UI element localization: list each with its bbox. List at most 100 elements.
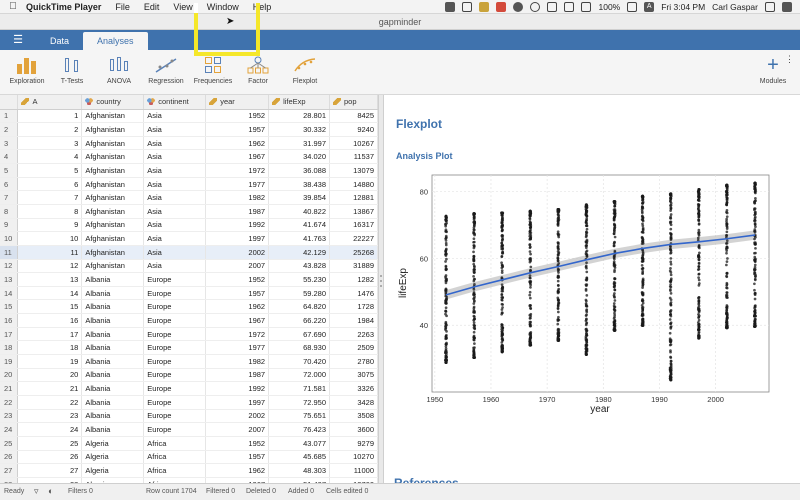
ribbon-anova-button[interactable]: ANOVA bbox=[94, 56, 144, 85]
row-number[interactable]: 22 bbox=[0, 395, 19, 410]
table-cell[interactable]: Asia bbox=[143, 218, 207, 233]
table-cell[interactable]: Albania bbox=[81, 395, 145, 410]
row-number[interactable]: 9 bbox=[0, 218, 19, 233]
table-cell[interactable]: 11000 bbox=[329, 463, 378, 478]
table-cell[interactable]: 1972 bbox=[205, 327, 270, 342]
table-cell[interactable]: 38.438 bbox=[268, 177, 331, 192]
table-cell[interactable]: 27 bbox=[17, 463, 83, 478]
table-cell[interactable]: Algeria bbox=[81, 436, 145, 451]
table-cell[interactable]: 20 bbox=[17, 368, 83, 383]
table-cell[interactable]: Afghanistan bbox=[81, 136, 145, 151]
table-cell[interactable]: 31.997 bbox=[268, 136, 331, 151]
table-cell[interactable]: 40.822 bbox=[268, 204, 331, 219]
tray-record-icon[interactable] bbox=[513, 2, 524, 12]
tray-sync-icon[interactable] bbox=[496, 2, 507, 12]
row-number[interactable]: 12 bbox=[0, 259, 19, 274]
table-cell[interactable]: 55.230 bbox=[268, 272, 331, 287]
table-cell[interactable]: 64.820 bbox=[268, 299, 331, 315]
table-cell[interactable]: Africa bbox=[143, 463, 207, 478]
hamburger-menu-icon[interactable]: ☰ bbox=[0, 30, 36, 50]
menu-view[interactable]: View bbox=[173, 2, 192, 12]
table-cell[interactable]: Asia bbox=[143, 259, 207, 274]
table-row[interactable]: 21 21 Albania Europe 1992 71.581 3326 bbox=[0, 381, 378, 396]
table-cell[interactable]: 43.077 bbox=[268, 436, 331, 451]
table-row[interactable]: 24 24 Albania Europe 2007 76.423 3600 bbox=[0, 422, 378, 437]
table-row[interactable]: 8 8 Afghanistan Asia 1987 40.822 13867 bbox=[0, 204, 378, 219]
table-cell[interactable]: 13 bbox=[17, 272, 83, 287]
table-cell[interactable]: Afghanistan bbox=[81, 190, 145, 205]
table-cell[interactable]: 45.685 bbox=[268, 450, 331, 465]
table-cell[interactable]: 1728 bbox=[329, 299, 378, 315]
table-cell[interactable]: 9240 bbox=[329, 122, 378, 137]
table-row[interactable]: 22 22 Albania Europe 1997 72.950 3428 bbox=[0, 395, 378, 410]
filter-icon[interactable]: ▿ bbox=[34, 486, 39, 497]
table-cell[interactable]: 1967 bbox=[205, 149, 270, 165]
table-cell[interactable]: Albania bbox=[81, 299, 145, 315]
menu-edit[interactable]: Edit bbox=[144, 2, 160, 12]
table-cell[interactable]: 1282 bbox=[329, 272, 378, 287]
table-cell[interactable]: 28.801 bbox=[268, 109, 331, 124]
table-cell[interactable]: Asia bbox=[143, 190, 207, 205]
row-number[interactable]: 13 bbox=[0, 272, 19, 287]
table-cell[interactable]: 2780 bbox=[329, 354, 378, 369]
table-cell[interactable]: 1952 bbox=[205, 272, 270, 287]
column-header-year[interactable]: year bbox=[205, 95, 270, 110]
table-cell[interactable]: 18 bbox=[17, 340, 83, 356]
table-row[interactable]: 27 27 Algeria Africa 1962 48.303 11000 bbox=[0, 463, 378, 478]
table-cell[interactable]: 22227 bbox=[329, 231, 378, 246]
table-cell[interactable]: Europe bbox=[143, 409, 207, 424]
table-cell[interactable]: 3326 bbox=[329, 381, 378, 396]
table-cell[interactable]: Asia bbox=[143, 136, 207, 151]
table-cell[interactable]: 14880 bbox=[329, 177, 378, 192]
menubar-user[interactable]: Carl Gaspar bbox=[712, 2, 758, 12]
table-cell[interactable]: 14 bbox=[17, 286, 83, 301]
table-cell[interactable]: Albania bbox=[81, 327, 145, 342]
volume-icon[interactable] bbox=[581, 2, 592, 12]
table-cell[interactable]: 1987 bbox=[205, 204, 270, 219]
table-cell[interactable]: 1982 bbox=[205, 354, 270, 369]
table-cell[interactable]: 67.690 bbox=[268, 327, 331, 342]
row-number[interactable]: 16 bbox=[0, 313, 19, 328]
table-cell[interactable]: 1992 bbox=[205, 218, 270, 233]
table-cell[interactable]: 70.420 bbox=[268, 354, 331, 369]
table-cell[interactable]: 75.651 bbox=[268, 409, 331, 424]
table-cell[interactable]: 1962 bbox=[205, 136, 270, 151]
column-header-pop[interactable]: pop bbox=[329, 95, 378, 110]
table-cell[interactable]: Asia bbox=[143, 109, 207, 124]
table-cell[interactable]: Europe bbox=[143, 354, 207, 369]
table-cell[interactable]: Africa bbox=[143, 436, 207, 451]
table-row[interactable]: 1 1 Afghanistan Asia 1952 28.801 8425 bbox=[0, 109, 378, 124]
table-cell[interactable]: 1967 bbox=[205, 313, 270, 328]
table-cell[interactable]: 12881 bbox=[329, 190, 378, 205]
table-cell[interactable]: Albania bbox=[81, 381, 145, 396]
menu-file[interactable]: File bbox=[115, 2, 130, 12]
table-cell[interactable]: 3428 bbox=[329, 395, 378, 410]
table-cell[interactable]: Europe bbox=[143, 299, 207, 315]
table-cell[interactable]: 1972 bbox=[205, 163, 270, 178]
table-cell[interactable]: Afghanistan bbox=[81, 149, 145, 165]
tray-bluetooth-icon[interactable] bbox=[547, 2, 558, 12]
tray-shield-icon[interactable] bbox=[479, 2, 490, 12]
table-cell[interactable]: 10270 bbox=[329, 450, 378, 465]
row-number[interactable]: 17 bbox=[0, 327, 19, 342]
table-cell[interactable]: 9279 bbox=[329, 436, 378, 451]
table-row[interactable]: 25 25 Algeria Africa 1952 43.077 9279 bbox=[0, 436, 378, 451]
row-number[interactable]: 1 bbox=[0, 109, 19, 124]
table-cell[interactable]: 3 bbox=[17, 136, 83, 151]
table-cell[interactable]: Afghanistan bbox=[81, 231, 145, 246]
table-cell[interactable]: 9 bbox=[17, 218, 83, 233]
row-number[interactable]: 2 bbox=[0, 122, 19, 137]
menu-app-name[interactable]: QuickTime Player bbox=[26, 2, 101, 12]
table-cell[interactable]: 17 bbox=[17, 327, 83, 342]
table-cell[interactable]: 2007 bbox=[205, 259, 270, 274]
row-number[interactable]: 3 bbox=[0, 136, 19, 151]
table-cell[interactable]: 1982 bbox=[205, 190, 270, 205]
table-cell[interactable]: Algeria bbox=[81, 463, 145, 478]
table-cell[interactable]: 1992 bbox=[205, 381, 270, 396]
table-cell[interactable]: 1 bbox=[17, 109, 83, 124]
table-cell[interactable]: Europe bbox=[143, 286, 207, 301]
table-cell[interactable]: 19 bbox=[17, 354, 83, 369]
table-cell[interactable]: 2263 bbox=[329, 327, 378, 342]
toggle-view-icon[interactable]: ◐ bbox=[48, 486, 53, 496]
table-row[interactable]: 11 11 Afghanistan Asia 2002 42.129 25268 bbox=[0, 245, 378, 260]
